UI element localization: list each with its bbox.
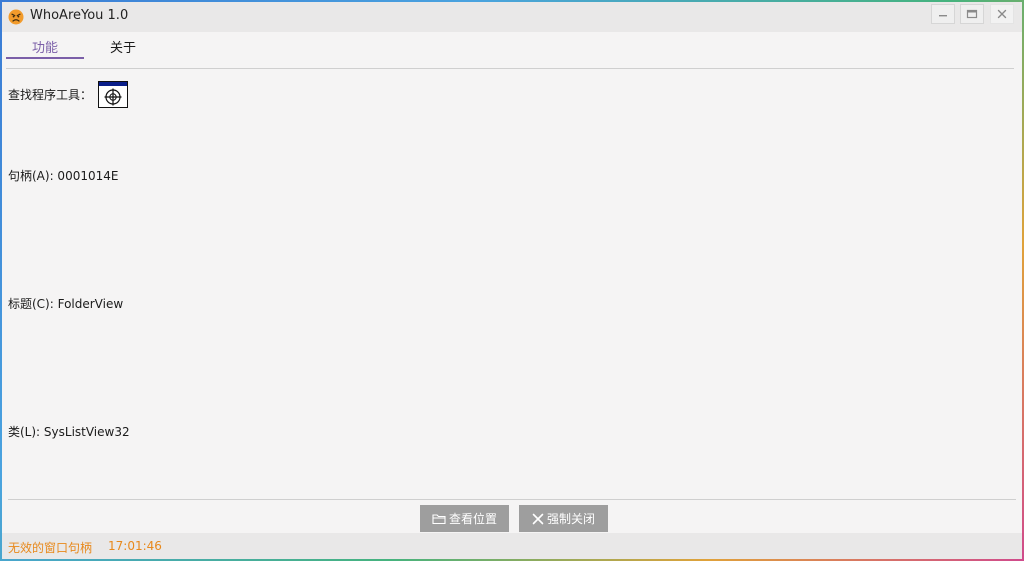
crosshair-target-icon: [104, 88, 122, 106]
status-message: 无效的窗口句柄: [8, 541, 93, 555]
close-window-button[interactable]: [990, 4, 1014, 24]
tab-about-label: 关于: [109, 41, 136, 56]
tab-features[interactable]: 功能: [6, 37, 84, 59]
tab-bar: 功能 关于: [2, 34, 1022, 60]
app-window: WhoAreYou 1.0 功能 关于 查找程序工具： 句柄(A): 00010…: [0, 0, 1024, 561]
tab-divider: [6, 68, 1014, 69]
folder-icon: [432, 513, 446, 524]
force-close-button[interactable]: 强制关闭: [519, 505, 608, 532]
force-close-label: 强制关闭: [546, 512, 595, 526]
title-bar[interactable]: WhoAreYou 1.0: [2, 2, 1022, 32]
maximize-icon: [966, 9, 978, 19]
handle-field: 句柄(A): 0001014E: [8, 169, 119, 183]
view-location-label: 查看位置: [448, 512, 497, 526]
class-field: 类(L): SysListView32: [8, 425, 130, 439]
view-location-button[interactable]: 查看位置: [420, 505, 509, 532]
tab-about[interactable]: 关于: [96, 37, 150, 59]
finder-tool-button[interactable]: [98, 81, 128, 108]
status-time: 17:01:46: [108, 539, 162, 553]
finder-window-titlebar: [99, 82, 127, 86]
bottom-divider: [8, 499, 1016, 500]
tab-features-label: 功能: [31, 41, 58, 56]
window-title: WhoAreYou 1.0: [30, 8, 129, 23]
status-bar: 无效的窗口句柄 17:01:46: [2, 533, 1022, 559]
minimize-button[interactable]: [931, 4, 955, 24]
caption-field: 标题(C): FolderView: [8, 297, 124, 311]
close-icon: [997, 9, 1007, 19]
angry-face-icon: [8, 9, 24, 25]
finder-label: 查找程序工具：: [8, 88, 93, 102]
close-x-icon: [532, 513, 544, 524]
maximize-button[interactable]: [960, 4, 984, 24]
minimize-icon: [939, 15, 947, 17]
